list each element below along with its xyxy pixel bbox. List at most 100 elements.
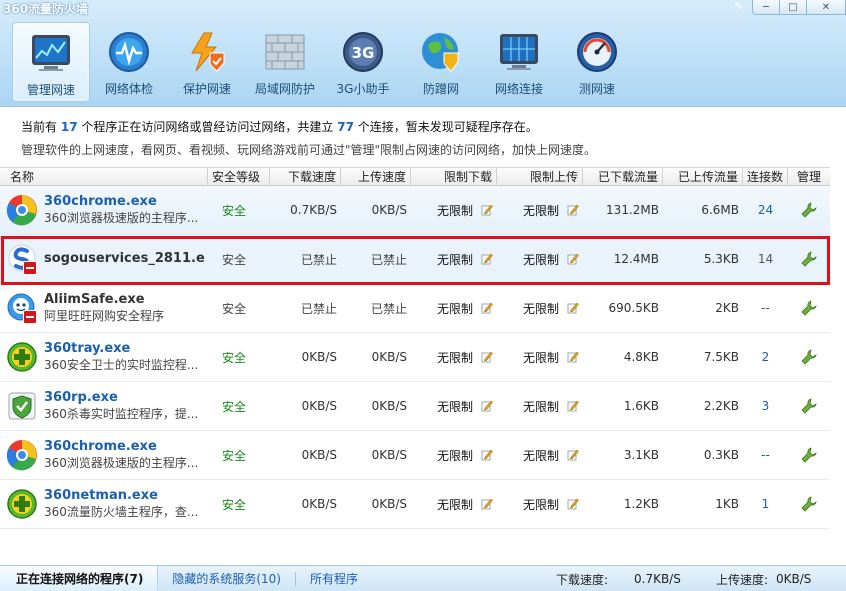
tab-connecting-programs[interactable]: 正在连接网络的程序(7) (0, 565, 159, 591)
limit-download-cell[interactable]: 无限制 (411, 480, 497, 529)
limit-download-cell[interactable]: 无限制 (411, 235, 497, 284)
total-download: 12.4MB (613, 252, 659, 266)
total-download: 1.6KB (623, 399, 659, 413)
top-banner: 360流量防火墙 ✎ ─ □ ✕ 管理网速 网络体检 保护网速 局域网防护 3G… (0, 0, 846, 107)
limit-upload-cell[interactable]: 无限制 (497, 382, 583, 431)
table-row[interactable]: 360rp.exe 360杀毒实时监控程序，提... 安全 0KB/S 0KB/… (0, 382, 830, 431)
tab-all-programs[interactable]: 所有程序 (296, 566, 372, 591)
tool-label: 管理网速 (26, 83, 75, 97)
tool-manage-speed[interactable]: 管理网速 (12, 22, 90, 102)
col-limit-upload[interactable]: 限制上传 (497, 168, 583, 186)
limit-upload: 无限制 (522, 252, 559, 267)
tool-3g-helper[interactable]: 3G 3G小助手 (324, 22, 402, 102)
connection-count-link[interactable]: 3 (743, 382, 788, 431)
col-manage[interactable]: 管理 (788, 168, 830, 186)
upload-speed: 0KB/S (371, 203, 407, 217)
limit-upload-cell[interactable]: 无限制 (497, 235, 583, 284)
connection-count-link[interactable]: 24 (743, 186, 788, 235)
hint-line: 管理软件的上网速度，看网页、看视频、玩网络游戏前可通过"管理"限制占网速的访问网… (21, 143, 597, 157)
table-row[interactable]: sogouservices_2811.exe 安全 已禁止 已禁止 无限制 无限… (0, 235, 830, 284)
connection-count-link[interactable]: 2 (743, 333, 788, 382)
connection-count-link[interactable]: 1 (743, 480, 788, 529)
connection-count-link[interactable]: 14 (743, 235, 788, 284)
connection-count-link[interactable]: -- (743, 431, 788, 480)
close-button[interactable]: ✕ (806, 0, 846, 15)
security-level: 安全 (222, 203, 247, 218)
tab-hidden-services[interactable]: 隐藏的系统服务(10) (158, 566, 295, 591)
total-download: 690.5KB (608, 301, 659, 315)
tray360-icon (6, 341, 38, 373)
table-row[interactable]: 360chrome.exe 360浏览器极速版的主程序... 安全 0.7KB/… (0, 186, 830, 235)
table-row[interactable]: 360netman.exe 360流量防火墙主程序，查... 安全 0KB/S … (0, 480, 830, 529)
limit-download-cell[interactable]: 无限制 (411, 284, 497, 333)
total-upload: 6.6MB (701, 203, 739, 217)
edit-pencil-icon[interactable] (481, 253, 493, 265)
tool-network-checkup[interactable]: 网络体检 (90, 22, 168, 102)
wrench-icon[interactable] (801, 398, 817, 414)
edit-pencil-icon[interactable] (481, 400, 493, 412)
col-upload-speed[interactable]: 上传速度 (341, 168, 411, 186)
limit-upload-cell[interactable]: 无限制 (497, 333, 583, 382)
edit-pencil-icon[interactable] (567, 302, 579, 314)
limit-upload-cell[interactable]: 无限制 (497, 186, 583, 235)
col-security[interactable]: 安全等级 (208, 168, 270, 186)
col-limit-download[interactable]: 限制下载 (411, 168, 497, 186)
col-connections[interactable]: 连接数 (743, 168, 788, 186)
limit-upload-cell[interactable]: 无限制 (497, 284, 583, 333)
col-download-speed[interactable]: 下载速度 (270, 168, 341, 186)
table-row[interactable]: AliimSafe.exe 阿里旺旺网购安全程序 安全 已禁止 已禁止 无限制 … (0, 284, 830, 333)
manage-cell (788, 480, 830, 529)
tool-test-speed[interactable]: 测网速 (558, 22, 636, 102)
table-row[interactable]: 360chrome.exe 360浏览器极速版的主程序... 安全 0KB/S … (0, 431, 830, 480)
lightning-shield-icon (185, 30, 229, 74)
download-speed: 已禁止 (300, 252, 337, 267)
edit-pencil-icon[interactable] (481, 351, 493, 363)
col-total-upload[interactable]: 已上传流量 (663, 168, 743, 186)
download-speed-value: 0.7KB/S (634, 572, 681, 586)
wrench-icon[interactable] (801, 300, 817, 316)
wrench-icon[interactable] (801, 349, 817, 365)
edit-pencil-icon[interactable] (481, 498, 493, 510)
edit-pencil-icon[interactable] (567, 498, 579, 510)
wrench-icon[interactable] (801, 202, 817, 218)
connection-count: 77 (337, 120, 354, 134)
table-header: 名称 安全等级 下载速度 上传速度 限制下载 限制上传 已下载流量 已上传流量 … (0, 167, 830, 186)
total-upload: 7.5KB (703, 350, 739, 364)
limit-upload-cell[interactable]: 无限制 (497, 431, 583, 480)
limit-upload-cell[interactable]: 无限制 (497, 480, 583, 529)
limit-download-cell[interactable]: 无限制 (411, 382, 497, 431)
edit-pencil-icon[interactable] (481, 302, 493, 314)
edit-pencil-icon[interactable] (567, 449, 579, 461)
edit-pencil-icon[interactable] (481, 449, 493, 461)
blocked-badge-icon (23, 261, 37, 275)
edit-pencil-icon[interactable] (567, 253, 579, 265)
limit-download-cell[interactable]: 无限制 (411, 186, 497, 235)
col-total-download[interactable]: 已下载流量 (583, 168, 663, 186)
limit-download: 无限制 (436, 350, 473, 365)
upload-speed: 0KB/S (371, 399, 407, 413)
speedometer-icon (575, 30, 619, 74)
edit-pencil-icon[interactable] (481, 204, 493, 216)
edit-pencil-icon[interactable] (567, 400, 579, 412)
app-desc: 360安全卫士的实时监控程... (44, 358, 199, 372)
limit-download-cell[interactable]: 无限制 (411, 333, 497, 382)
skin-icon[interactable]: ✎ (731, 0, 747, 13)
wrench-icon[interactable] (801, 447, 817, 463)
summary-line: 当前有 17 个程序正在访问网络或曾经访问过网络，共建立 77 个连接，暂未发现… (21, 118, 538, 135)
wrench-icon[interactable] (801, 496, 817, 512)
wrench-icon[interactable] (801, 251, 817, 267)
connection-count-link[interactable]: -- (743, 284, 788, 333)
tool-network-connection[interactable]: 网络连接 (480, 22, 558, 102)
tool-lan-protect[interactable]: 局域网防护 (246, 22, 324, 102)
security-level: 安全 (222, 252, 247, 267)
limit-download-cell[interactable]: 无限制 (411, 431, 497, 480)
tool-anti-leech[interactable]: 防蹭网 (402, 22, 480, 102)
tool-protect-speed[interactable]: 保护网速 (168, 22, 246, 102)
edit-pencil-icon[interactable] (567, 204, 579, 216)
minimize-button[interactable]: ─ (752, 0, 780, 15)
col-name[interactable]: 名称 (0, 168, 208, 186)
tool-label: 保护网速 (182, 82, 231, 96)
edit-pencil-icon[interactable] (567, 351, 579, 363)
table-row[interactable]: 360tray.exe 360安全卫士的实时监控程... 安全 0KB/S 0K… (0, 333, 830, 382)
maximize-button[interactable]: □ (779, 0, 807, 15)
